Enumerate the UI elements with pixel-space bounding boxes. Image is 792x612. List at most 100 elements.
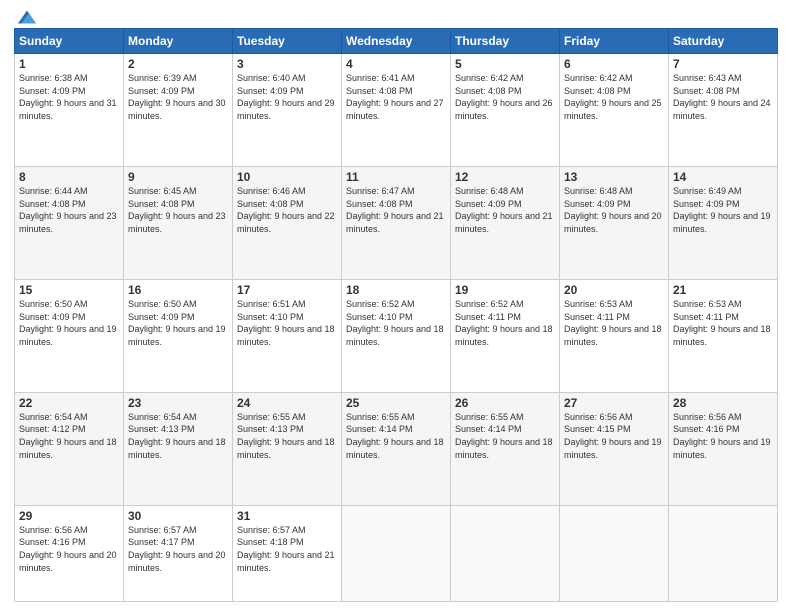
calendar-week-1: 1Sunrise: 6:38 AMSunset: 4:09 PMDaylight…	[15, 54, 778, 167]
day-number: 22	[19, 396, 119, 410]
day-number: 20	[564, 283, 664, 297]
calendar-cell: 23Sunrise: 6:54 AMSunset: 4:13 PMDayligh…	[124, 392, 233, 505]
day-info: Sunrise: 6:57 AMSunset: 4:18 PMDaylight:…	[237, 524, 337, 574]
day-info: Sunrise: 6:53 AMSunset: 4:11 PMDaylight:…	[673, 298, 773, 348]
calendar-cell: 26Sunrise: 6:55 AMSunset: 4:14 PMDayligh…	[451, 392, 560, 505]
calendar-week-2: 8Sunrise: 6:44 AMSunset: 4:08 PMDaylight…	[15, 166, 778, 279]
calendar-cell	[342, 505, 451, 601]
day-number: 17	[237, 283, 337, 297]
day-number: 28	[673, 396, 773, 410]
day-number: 31	[237, 509, 337, 523]
logo	[14, 10, 36, 20]
page: SundayMondayTuesdayWednesdayThursdayFrid…	[0, 0, 792, 612]
day-number: 21	[673, 283, 773, 297]
calendar-cell: 30Sunrise: 6:57 AMSunset: 4:17 PMDayligh…	[124, 505, 233, 601]
day-number: 9	[128, 170, 228, 184]
calendar-cell: 25Sunrise: 6:55 AMSunset: 4:14 PMDayligh…	[342, 392, 451, 505]
day-info: Sunrise: 6:57 AMSunset: 4:17 PMDaylight:…	[128, 524, 228, 574]
calendar-cell: 15Sunrise: 6:50 AMSunset: 4:09 PMDayligh…	[15, 279, 124, 392]
calendar-cell: 31Sunrise: 6:57 AMSunset: 4:18 PMDayligh…	[233, 505, 342, 601]
day-info: Sunrise: 6:40 AMSunset: 4:09 PMDaylight:…	[237, 72, 337, 122]
calendar-cell: 1Sunrise: 6:38 AMSunset: 4:09 PMDaylight…	[15, 54, 124, 167]
calendar-table: SundayMondayTuesdayWednesdayThursdayFrid…	[14, 28, 778, 602]
day-number: 1	[19, 57, 119, 71]
day-number: 13	[564, 170, 664, 184]
calendar-cell	[669, 505, 778, 601]
calendar-cell: 18Sunrise: 6:52 AMSunset: 4:10 PMDayligh…	[342, 279, 451, 392]
calendar-cell: 13Sunrise: 6:48 AMSunset: 4:09 PMDayligh…	[560, 166, 669, 279]
day-number: 8	[19, 170, 119, 184]
calendar-cell: 9Sunrise: 6:45 AMSunset: 4:08 PMDaylight…	[124, 166, 233, 279]
calendar-cell: 2Sunrise: 6:39 AMSunset: 4:09 PMDaylight…	[124, 54, 233, 167]
calendar-cell: 20Sunrise: 6:53 AMSunset: 4:11 PMDayligh…	[560, 279, 669, 392]
day-info: Sunrise: 6:49 AMSunset: 4:09 PMDaylight:…	[673, 185, 773, 235]
calendar-cell: 6Sunrise: 6:42 AMSunset: 4:08 PMDaylight…	[560, 54, 669, 167]
day-number: 5	[455, 57, 555, 71]
calendar-cell: 8Sunrise: 6:44 AMSunset: 4:08 PMDaylight…	[15, 166, 124, 279]
day-info: Sunrise: 6:42 AMSunset: 4:08 PMDaylight:…	[564, 72, 664, 122]
calendar-cell: 16Sunrise: 6:50 AMSunset: 4:09 PMDayligh…	[124, 279, 233, 392]
day-number: 14	[673, 170, 773, 184]
day-number: 30	[128, 509, 228, 523]
calendar-cell: 27Sunrise: 6:56 AMSunset: 4:15 PMDayligh…	[560, 392, 669, 505]
header	[14, 10, 778, 20]
day-header-wednesday: Wednesday	[342, 29, 451, 54]
day-header-tuesday: Tuesday	[233, 29, 342, 54]
calendar-cell	[560, 505, 669, 601]
day-info: Sunrise: 6:55 AMSunset: 4:14 PMDaylight:…	[455, 411, 555, 461]
day-info: Sunrise: 6:56 AMSunset: 4:16 PMDaylight:…	[673, 411, 773, 461]
day-number: 3	[237, 57, 337, 71]
day-info: Sunrise: 6:50 AMSunset: 4:09 PMDaylight:…	[19, 298, 119, 348]
day-number: 7	[673, 57, 773, 71]
day-info: Sunrise: 6:54 AMSunset: 4:13 PMDaylight:…	[128, 411, 228, 461]
day-number: 12	[455, 170, 555, 184]
day-number: 16	[128, 283, 228, 297]
logo-text	[14, 10, 36, 24]
day-info: Sunrise: 6:52 AMSunset: 4:11 PMDaylight:…	[455, 298, 555, 348]
calendar-week-3: 15Sunrise: 6:50 AMSunset: 4:09 PMDayligh…	[15, 279, 778, 392]
day-number: 25	[346, 396, 446, 410]
calendar-cell: 22Sunrise: 6:54 AMSunset: 4:12 PMDayligh…	[15, 392, 124, 505]
day-number: 2	[128, 57, 228, 71]
day-header-monday: Monday	[124, 29, 233, 54]
calendar-cell: 5Sunrise: 6:42 AMSunset: 4:08 PMDaylight…	[451, 54, 560, 167]
day-info: Sunrise: 6:45 AMSunset: 4:08 PMDaylight:…	[128, 185, 228, 235]
day-info: Sunrise: 6:48 AMSunset: 4:09 PMDaylight:…	[455, 185, 555, 235]
logo-icon	[18, 10, 36, 24]
calendar-cell: 29Sunrise: 6:56 AMSunset: 4:16 PMDayligh…	[15, 505, 124, 601]
day-info: Sunrise: 6:53 AMSunset: 4:11 PMDaylight:…	[564, 298, 664, 348]
day-info: Sunrise: 6:51 AMSunset: 4:10 PMDaylight:…	[237, 298, 337, 348]
day-info: Sunrise: 6:56 AMSunset: 4:15 PMDaylight:…	[564, 411, 664, 461]
day-info: Sunrise: 6:47 AMSunset: 4:08 PMDaylight:…	[346, 185, 446, 235]
day-info: Sunrise: 6:44 AMSunset: 4:08 PMDaylight:…	[19, 185, 119, 235]
day-info: Sunrise: 6:52 AMSunset: 4:10 PMDaylight:…	[346, 298, 446, 348]
calendar-cell: 19Sunrise: 6:52 AMSunset: 4:11 PMDayligh…	[451, 279, 560, 392]
day-info: Sunrise: 6:46 AMSunset: 4:08 PMDaylight:…	[237, 185, 337, 235]
day-number: 18	[346, 283, 446, 297]
calendar-cell: 17Sunrise: 6:51 AMSunset: 4:10 PMDayligh…	[233, 279, 342, 392]
day-info: Sunrise: 6:55 AMSunset: 4:14 PMDaylight:…	[346, 411, 446, 461]
calendar-week-4: 22Sunrise: 6:54 AMSunset: 4:12 PMDayligh…	[15, 392, 778, 505]
day-number: 19	[455, 283, 555, 297]
calendar-cell: 21Sunrise: 6:53 AMSunset: 4:11 PMDayligh…	[669, 279, 778, 392]
day-header-saturday: Saturday	[669, 29, 778, 54]
day-number: 6	[564, 57, 664, 71]
calendar-cell: 14Sunrise: 6:49 AMSunset: 4:09 PMDayligh…	[669, 166, 778, 279]
calendar-cell: 28Sunrise: 6:56 AMSunset: 4:16 PMDayligh…	[669, 392, 778, 505]
day-number: 10	[237, 170, 337, 184]
day-info: Sunrise: 6:42 AMSunset: 4:08 PMDaylight:…	[455, 72, 555, 122]
calendar-header-row: SundayMondayTuesdayWednesdayThursdayFrid…	[15, 29, 778, 54]
day-number: 4	[346, 57, 446, 71]
calendar-cell: 4Sunrise: 6:41 AMSunset: 4:08 PMDaylight…	[342, 54, 451, 167]
calendar-cell: 10Sunrise: 6:46 AMSunset: 4:08 PMDayligh…	[233, 166, 342, 279]
calendar-cell: 11Sunrise: 6:47 AMSunset: 4:08 PMDayligh…	[342, 166, 451, 279]
day-info: Sunrise: 6:48 AMSunset: 4:09 PMDaylight:…	[564, 185, 664, 235]
day-info: Sunrise: 6:54 AMSunset: 4:12 PMDaylight:…	[19, 411, 119, 461]
day-number: 26	[455, 396, 555, 410]
calendar-cell: 7Sunrise: 6:43 AMSunset: 4:08 PMDaylight…	[669, 54, 778, 167]
day-info: Sunrise: 6:38 AMSunset: 4:09 PMDaylight:…	[19, 72, 119, 122]
day-header-friday: Friday	[560, 29, 669, 54]
calendar-week-5: 29Sunrise: 6:56 AMSunset: 4:16 PMDayligh…	[15, 505, 778, 601]
day-info: Sunrise: 6:55 AMSunset: 4:13 PMDaylight:…	[237, 411, 337, 461]
calendar-cell: 3Sunrise: 6:40 AMSunset: 4:09 PMDaylight…	[233, 54, 342, 167]
